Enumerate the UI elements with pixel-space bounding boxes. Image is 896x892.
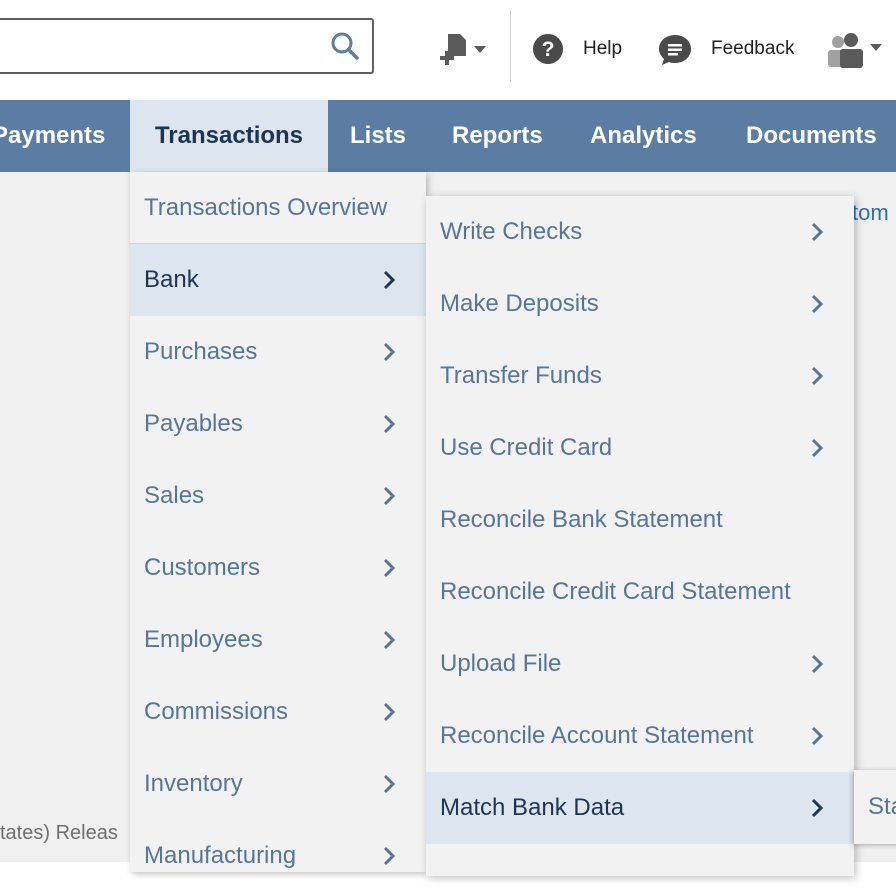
chevron-right-icon — [383, 702, 396, 722]
menu-item-label: Reconcile Bank Statement — [440, 506, 723, 533]
chevron-right-icon — [383, 342, 396, 362]
menu-item-match-bank-data[interactable]: Match Bank Data — [426, 772, 854, 844]
menu-item-customers[interactable]: Customers — [130, 532, 426, 604]
nav-payments[interactable]: Payments — [0, 100, 130, 172]
main-navbar: Payments Transactions Lists Reports Anal… — [0, 100, 896, 172]
users-icon[interactable] — [826, 32, 884, 68]
chevron-right-icon — [383, 558, 396, 578]
menu-item-label: Employees — [144, 626, 263, 653]
nav-lists[interactable]: Lists — [350, 100, 406, 172]
chevron-right-icon — [811, 798, 824, 818]
create-new-icon[interactable] — [440, 34, 488, 70]
chevron-right-icon — [383, 270, 396, 290]
question-circle-icon[interactable]: ? — [532, 33, 564, 65]
menu-item-transactions-overview[interactable]: Transactions Overview — [130, 172, 426, 244]
transactions-menu: Transactions Overview Bank Purchases Pay… — [130, 172, 426, 872]
menu-item-label: Use Credit Card — [440, 434, 613, 461]
menu-item-commissions[interactable]: Commissions — [130, 676, 426, 748]
nav-reports[interactable]: Reports — [452, 100, 543, 172]
footer-release-text: tates) Releas — [0, 822, 118, 844]
menu-item-label: Transactions Overview — [144, 194, 388, 221]
help-link[interactable]: Help — [583, 38, 622, 60]
speech-bubble-icon[interactable] — [658, 33, 692, 67]
menu-item-manufacturing[interactable]: Manufacturing — [130, 820, 426, 892]
chevron-right-icon — [383, 414, 396, 434]
menu-item-label: Upload File — [440, 650, 562, 677]
chevron-right-icon — [811, 366, 824, 386]
search-icon[interactable] — [330, 31, 360, 61]
menu-item-reconcile-bank-statement[interactable]: Reconcile Bank Statement — [426, 484, 854, 556]
chevron-right-icon — [383, 486, 396, 506]
menu-item-label: Customers — [144, 554, 261, 581]
header-divider — [510, 10, 511, 82]
menu-item-inventory[interactable]: Inventory — [130, 748, 426, 820]
menu-item-write-checks[interactable]: Write Checks — [426, 196, 854, 268]
chevron-right-icon — [811, 294, 824, 314]
menu-item-use-credit-card[interactable]: Use Credit Card — [426, 412, 854, 484]
chevron-right-icon — [811, 654, 824, 674]
nav-analytics[interactable]: Analytics — [590, 100, 697, 172]
menu-item-label: Reconcile Account Statement — [440, 722, 754, 749]
chevron-right-icon — [383, 846, 396, 866]
bank-submenu: Write Checks Make Deposits Transfer Fund… — [426, 196, 854, 876]
chevron-right-icon — [811, 438, 824, 458]
menu-item-label: Manufacturing — [144, 842, 297, 869]
menu-item-upload-file[interactable]: Upload File — [426, 628, 854, 700]
chevron-right-icon — [383, 774, 396, 794]
menu-item-sta[interactable]: Sta — [868, 770, 896, 844]
menu-item-label: Sales — [144, 482, 205, 509]
svg-text:?: ? — [542, 38, 555, 61]
chevron-right-icon — [811, 726, 824, 746]
menu-item-label: Make Deposits — [440, 290, 599, 317]
menu-item-employees[interactable]: Employees — [130, 604, 426, 676]
menu-item-label: Inventory — [144, 770, 243, 797]
nav-documents[interactable]: Documents — [746, 100, 877, 172]
menu-item-transfer-funds[interactable]: Transfer Funds — [426, 340, 854, 412]
menu-item-label: Write Checks — [440, 218, 583, 245]
chevron-right-icon — [811, 222, 824, 242]
search-input[interactable] — [0, 18, 374, 74]
feedback-link[interactable]: Feedback — [711, 38, 794, 60]
menu-item-sales[interactable]: Sales — [130, 460, 426, 532]
menu-item-label: Commissions — [144, 698, 289, 725]
menu-item-payables[interactable]: Payables — [130, 388, 426, 460]
menu-item-make-deposits[interactable]: Make Deposits — [426, 268, 854, 340]
menu-item-reconcile-credit-card-statement[interactable]: Reconcile Credit Card Statement — [426, 556, 854, 628]
nav-transactions[interactable]: Transactions — [130, 100, 328, 172]
background-link[interactable]: tom — [852, 200, 889, 226]
menu-item-label: Purchases — [144, 338, 258, 365]
chevron-right-icon — [383, 630, 396, 650]
menu-item-label: Bank — [144, 266, 199, 293]
menu-item-bank[interactable]: Bank — [130, 244, 426, 316]
match-bank-data-submenu: Sta — [854, 770, 896, 844]
menu-item-label: Payables — [144, 410, 243, 437]
menu-item-label: Transfer Funds — [440, 362, 602, 389]
menu-item-label: Match Bank Data — [440, 794, 625, 821]
menu-item-reconcile-account-statement[interactable]: Reconcile Account Statement — [426, 700, 854, 772]
menu-item-label: Reconcile Credit Card Statement — [440, 578, 791, 605]
menu-item-purchases[interactable]: Purchases — [130, 316, 426, 388]
